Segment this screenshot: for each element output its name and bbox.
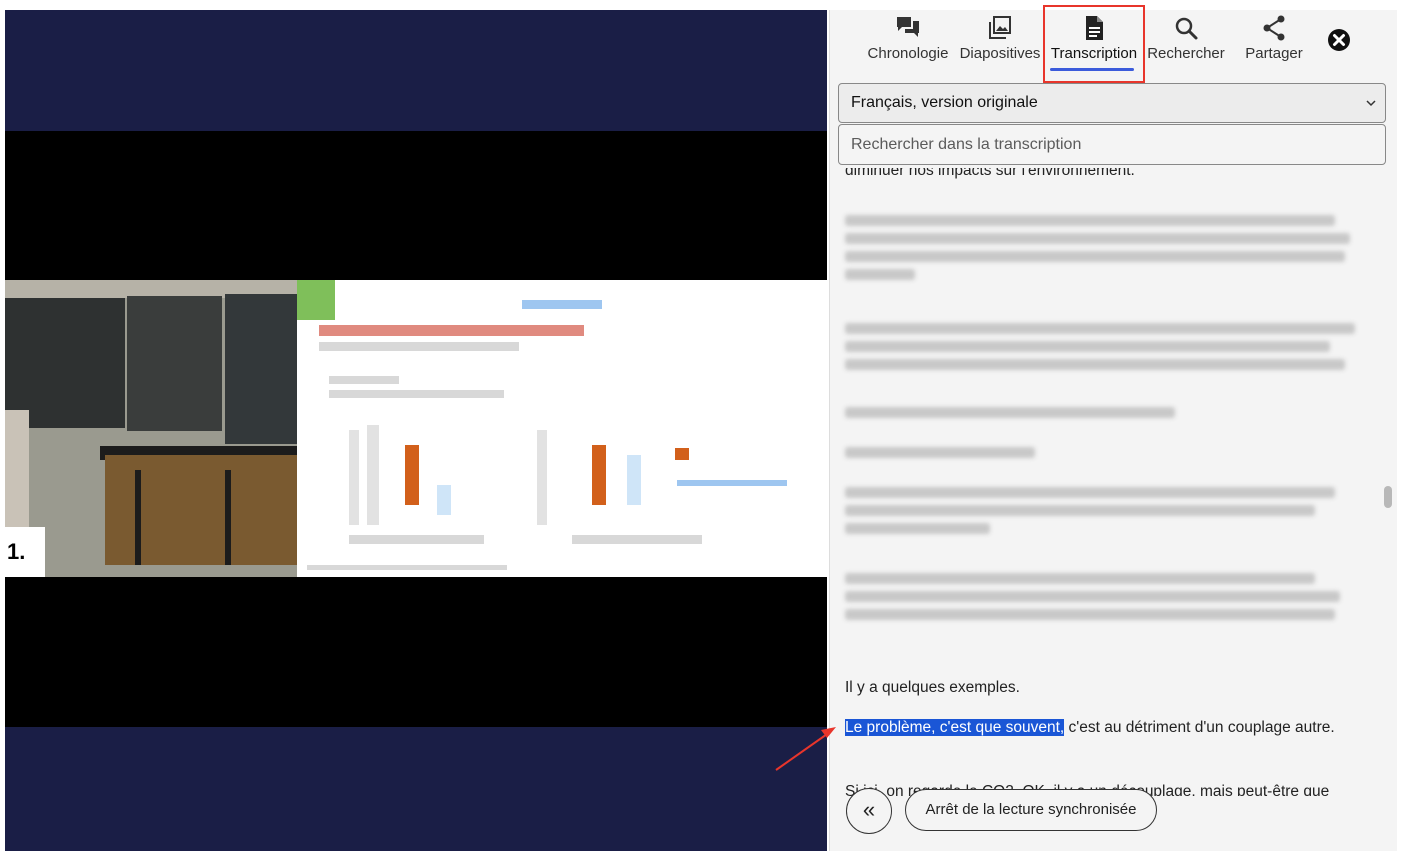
tab-chronologie[interactable]: Chronologie (863, 10, 953, 76)
video-player[interactable]: 1. (5, 10, 827, 851)
chat-bubbles-icon (897, 17, 919, 37)
tab-partager[interactable]: Partager (1235, 10, 1313, 76)
language-select-value: Français, version originale (851, 94, 1038, 111)
transcript-paragraph-blurred (845, 400, 1360, 424)
panel-tabs: Chronologie Diapositives Transcription R… (830, 5, 1397, 83)
tab-label: Chronologie (867, 45, 949, 62)
collapse-panel-button[interactable]: « (846, 788, 892, 834)
transcript-line: diminuer nos impacts sur l'environnement… (845, 168, 1135, 179)
lecture-room-camera: 1. (5, 280, 297, 578)
transcript-paragraph-blurred (845, 316, 1360, 376)
slides-icon (989, 16, 1011, 39)
transcript-paragraph-blurred (845, 480, 1360, 540)
video-letterbox-bottom (5, 577, 827, 727)
transcript-content[interactable]: diminuer nos impacts sur l'environnement… (830, 168, 1378, 796)
transcript-paragraph: Il y a quelques exemples. (845, 679, 1020, 696)
transcript-scrollbar[interactable] (1384, 486, 1392, 508)
tab-diapositives[interactable]: Diapositives (954, 10, 1046, 76)
stop-sync-reading-button[interactable]: Arrêt de la lecture synchronisée (905, 789, 1157, 831)
share-icon (1263, 15, 1285, 41)
transcript-paragraph-blurred (845, 566, 1360, 626)
transcript-highlight-current: Le problème, c'est que souvent, (845, 719, 1065, 736)
video-frame[interactable]: 1. (5, 280, 827, 578)
chevron-down-icon (1366, 100, 1376, 107)
tab-label: Rechercher (1147, 45, 1225, 62)
chalkboard (127, 296, 222, 431)
transcript-paragraph-blurred (845, 208, 1360, 286)
transcript-search-input[interactable] (851, 136, 1373, 154)
transcript-paragraph: Le problème, c'est que souvent, c'est au… (845, 719, 1335, 736)
tab-rechercher[interactable]: Rechercher (1143, 10, 1229, 76)
tab-label: Partager (1245, 45, 1303, 62)
transcript-paragraph-blurred (845, 440, 1360, 464)
slide-logo (297, 280, 335, 320)
slide-number: 1. (5, 527, 45, 577)
search-icon (1175, 17, 1198, 40)
chalkboard (225, 294, 297, 444)
chalkboard (5, 298, 125, 428)
transcript-search-field[interactable] (838, 124, 1386, 165)
side-panel: Chronologie Diapositives Transcription R… (829, 5, 1397, 851)
language-select[interactable]: Français, version originale (838, 83, 1386, 123)
annotation-highlight-box (1043, 5, 1145, 83)
tab-label: Diapositives (959, 45, 1041, 62)
video-letterbox-top (5, 131, 827, 281)
close-circle-icon[interactable] (1325, 26, 1353, 54)
annotation-arrow (775, 727, 836, 771)
presentation-slide (297, 280, 827, 578)
